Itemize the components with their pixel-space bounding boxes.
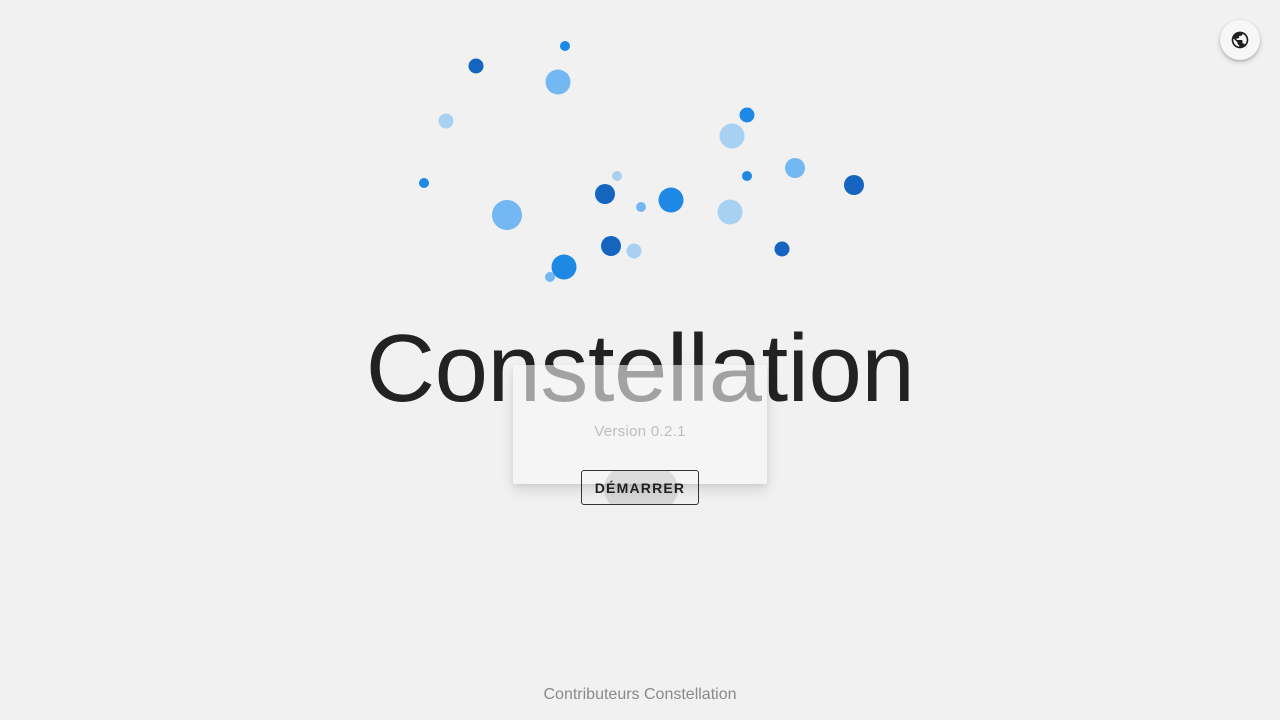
- version-card: Version 0.2.1: [513, 365, 767, 484]
- footer-credits: Contributeurs Constellation: [543, 686, 737, 703]
- start-button-label: DÉMARRER: [594, 479, 686, 496]
- constellation-logo: [419, 41, 864, 282]
- start-button[interactable]: DÉMARRER: [581, 470, 699, 505]
- welcome-screen: Constellation Version 0.2.1 DÉMARRER Con…: [0, 0, 1280, 720]
- version-label: Version 0.2.1: [594, 423, 686, 440]
